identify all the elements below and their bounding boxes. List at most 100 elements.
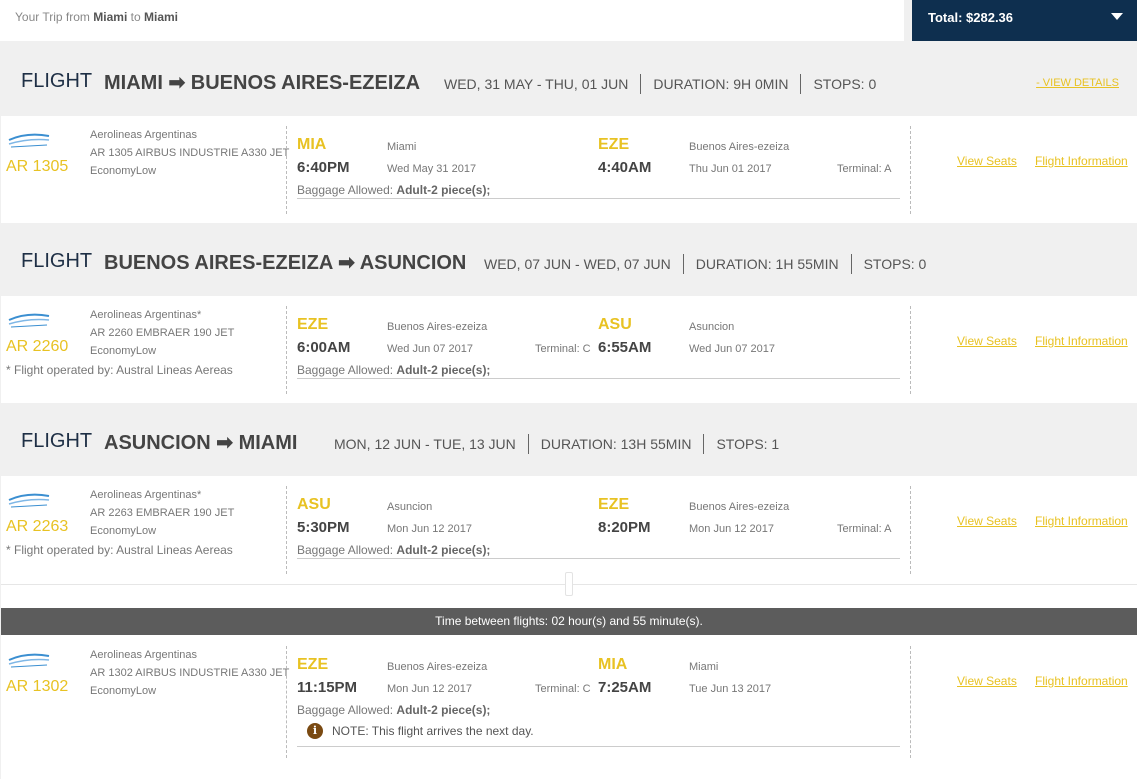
arrival-city: Buenos Aires-ezeiza [689, 501, 790, 513]
connection-label: Time between flights: [435, 614, 549, 628]
trip-origin: Miami [93, 10, 128, 24]
departure-date: Mon Jun 12 2017 [387, 523, 473, 535]
divider [850, 254, 852, 274]
departure-time: 5:30PM [297, 519, 350, 536]
flight-label: FLIGHT [21, 250, 93, 272]
flight-number: AR 2263 [6, 518, 69, 535]
route-destination: BUENOS AIRES-EZEIZA [190, 72, 421, 94]
departure-terminal: Terminal: C [535, 343, 591, 355]
airline-info: Aerolineas Argentinas* AR 2260 EMBRAER 1… [90, 306, 234, 360]
airline-name: Aerolineas Argentinas* [90, 309, 202, 321]
arrival-terminal: Terminal: A [837, 163, 892, 175]
divider [297, 746, 900, 747]
departure-date: Wed May 31 2017 [387, 163, 477, 175]
divider [297, 558, 900, 559]
connection-time-bar: Time between flights: 02 hour(s) and 55 … [1, 608, 1137, 635]
flight-information-link[interactable]: Flight Information [1035, 334, 1128, 348]
divider [910, 646, 911, 758]
departure-date: Mon Jun 12 2017 [387, 683, 473, 695]
cabin-class: EconomyLow [90, 525, 157, 537]
flight-label: FLIGHT [21, 430, 93, 452]
arrow-right-icon: ➡ [338, 252, 355, 274]
flight-information-link[interactable]: Flight Information [1035, 674, 1128, 688]
trip-summary: Your Trip from Miami to Miami [0, 0, 904, 41]
divider [682, 254, 684, 274]
flight-dates: WED, 31 MAY - THU, 01 JUN [444, 76, 629, 92]
departure-code: EZE [297, 316, 329, 333]
flight-stops: STOPS: 0 [863, 256, 927, 272]
departure-time: 6:40PM [297, 159, 350, 176]
departure-date: Wed Jun 07 2017 [387, 343, 474, 355]
arrival-code: ASU [598, 316, 632, 333]
trip-to-word: to [130, 10, 141, 24]
flight-dates: WED, 07 JUN - WED, 07 JUN [484, 256, 671, 272]
operated-by: * Flight operated by: Austral Lineas Aer… [6, 543, 233, 557]
arrival-city: Asuncion [689, 321, 735, 333]
flight-duration: DURATION: 9H 0MIN [653, 76, 789, 92]
route-origin: ASUNCION [104, 432, 211, 454]
divider [286, 486, 287, 574]
departure-terminal: Terminal: C [535, 683, 591, 695]
info-icon: i [307, 723, 323, 739]
arrival-time: 8:20PM [598, 519, 651, 536]
aerolineas-logo-icon [8, 133, 50, 148]
connection-value: 02 hour(s) and 55 minute(s). [551, 614, 703, 628]
flight-header-1: FLIGHT MIAMI ➡ BUENOS AIRES-EZEIZA WED, … [0, 46, 1137, 116]
flight-label: FLIGHT [21, 70, 93, 92]
arrival-time: 4:40AM [598, 159, 652, 176]
arrival-time: 7:25AM [598, 679, 652, 696]
flight-information-link[interactable]: Flight Information [1035, 514, 1128, 528]
view-seats-link[interactable]: View Seats [957, 514, 1017, 528]
aerolineas-logo-icon [8, 313, 50, 328]
drag-handle[interactable] [565, 572, 573, 596]
total-price-toggle[interactable]: Total: $282.36 [912, 0, 1137, 41]
aerolineas-logo-icon [8, 493, 50, 508]
arrival-code: MIA [598, 656, 628, 673]
flight-stops: STOPS: 0 [813, 76, 877, 92]
flight-route: ASUNCION ➡ MIAMI [104, 430, 297, 455]
flight-number: AR 1302 [6, 678, 69, 695]
top-bar: Your Trip from Miami to Miami Total: $28… [0, 0, 1137, 41]
departure-city: Miami [387, 141, 417, 153]
arrival-date: Mon Jun 12 2017 [689, 523, 775, 535]
baggage-info: Baggage Allowed: Adult-2 piece(s); [297, 183, 490, 197]
arrival-city: Buenos Aires-ezeiza [689, 141, 790, 153]
flight-information-link[interactable]: Flight Information [1035, 154, 1128, 168]
arrow-right-icon: ➡ [216, 432, 233, 454]
departure-city: Asuncion [387, 501, 433, 513]
divider [640, 74, 642, 94]
arrival-date: Wed Jun 07 2017 [689, 343, 776, 355]
flight-segment: AR 2260 Aerolineas Argentinas* AR 2260 E… [1, 296, 1137, 403]
cabin-class: EconomyLow [90, 685, 157, 697]
view-seats-link[interactable]: View Seats [957, 334, 1017, 348]
airline-name: Aerolineas Argentinas* [90, 489, 202, 501]
view-seats-link[interactable]: View Seats [957, 154, 1017, 168]
view-details-link[interactable]: - VIEW DETAILS [1036, 77, 1119, 89]
arrival-terminal: Terminal: A [837, 523, 892, 535]
airline-info: Aerolineas Argentinas* AR 2263 EMBRAER 1… [90, 486, 234, 540]
flight-number: AR 2260 [6, 338, 69, 355]
flight-stops: STOPS: 1 [716, 436, 780, 452]
airline-name: Aerolineas Argentinas [90, 129, 198, 141]
route-origin: BUENOS AIRES-EZEIZA [104, 252, 333, 274]
baggage-info: Baggage Allowed: Adult-2 piece(s); [297, 703, 490, 717]
baggage-value: Adult-2 piece(s); [396, 543, 491, 557]
aircraft: AR 2263 EMBRAER 190 JET [90, 507, 235, 519]
departure-code: ASU [297, 496, 331, 513]
arrival-date: Thu Jun 01 2017 [689, 163, 772, 175]
baggage-label: Baggage Allowed: [297, 703, 394, 717]
flight-meta: WED, 31 MAY - THU, 01 JUN DURATION: 9H 0… [444, 74, 876, 94]
divider [527, 434, 529, 454]
arrival-city: Miami [689, 661, 719, 673]
divider [286, 306, 287, 394]
baggage-value: Adult-2 piece(s); [396, 703, 491, 717]
caret-down-icon[interactable] [1111, 13, 1123, 20]
baggage-label: Baggage Allowed: [297, 543, 394, 557]
aircraft: AR 1302 AIRBUS INDUSTRIE A330 JET [90, 667, 290, 679]
arrow-right-icon: ➡ [168, 72, 186, 94]
flight-duration: DURATION: 1H 55MIN [695, 256, 839, 272]
cabin-class: EconomyLow [90, 165, 157, 177]
view-seats-link[interactable]: View Seats [957, 674, 1017, 688]
baggage-value: Adult-2 piece(s); [396, 363, 491, 377]
divider [910, 486, 911, 574]
